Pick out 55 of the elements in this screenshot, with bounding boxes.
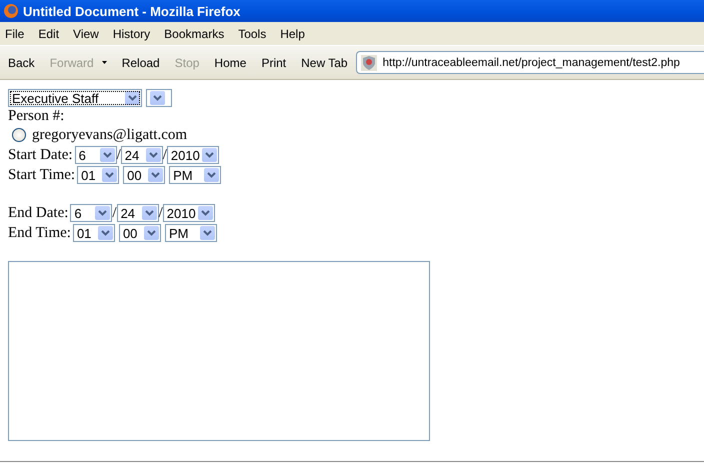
separator: / xyxy=(112,204,117,222)
caret-icon[interactable] xyxy=(98,226,113,240)
dropdown[interactable]: 6 xyxy=(74,146,117,164)
field-label: End Time: xyxy=(8,224,71,242)
toolbar-button[interactable]: Print xyxy=(256,52,292,72)
dropdown[interactable]: PM xyxy=(164,224,217,242)
caret-icon[interactable] xyxy=(100,148,115,162)
window-title: Untitled Document - Mozilla Firefox xyxy=(23,4,240,18)
menu-item[interactable]: Bookmarks xyxy=(162,24,226,42)
dropdown[interactable]: 2010 xyxy=(166,146,219,164)
menu-item[interactable]: History xyxy=(110,24,152,42)
field-label: Start Date: xyxy=(8,146,73,164)
dropdown-icon[interactable] xyxy=(102,61,107,64)
caret-icon[interactable] xyxy=(102,168,118,182)
radio-button[interactable] xyxy=(12,128,26,142)
dropdown[interactable]: PM xyxy=(169,166,222,184)
caret-icon[interactable] xyxy=(204,168,220,182)
dropdown[interactable] xyxy=(146,89,172,107)
menu-item[interactable]: File xyxy=(3,24,26,42)
caret-icon[interactable] xyxy=(148,168,164,182)
field-label: Start Time: xyxy=(8,166,76,184)
toolbar-button[interactable]: Home xyxy=(209,52,252,72)
caret-icon[interactable] xyxy=(142,206,157,220)
separator: / xyxy=(116,146,121,164)
dropdown[interactable]: 2010 xyxy=(162,204,215,222)
browser-logo-icon xyxy=(3,3,19,19)
site-icon xyxy=(360,54,377,70)
field-label: Person #: xyxy=(8,108,66,125)
toolbar-button[interactable]: New Tab xyxy=(296,52,353,72)
toolbar-button[interactable]: Back xyxy=(3,52,40,72)
caret-icon[interactable] xyxy=(200,226,215,240)
dropdown[interactable]: Executive Staff xyxy=(8,89,142,107)
separator: / xyxy=(162,146,167,164)
field-label: End Date: xyxy=(8,204,68,222)
dropdown[interactable]: 24 xyxy=(116,204,159,222)
address-bar[interactable]: http://untraceableemail.net/project_management/test2.php xyxy=(356,51,704,74)
caret-icon[interactable] xyxy=(125,91,140,105)
menu-item[interactable]: Help xyxy=(278,24,307,42)
caret-icon[interactable] xyxy=(202,148,217,162)
dropdown[interactable]: 01 xyxy=(77,166,120,184)
caret-icon[interactable] xyxy=(95,206,110,220)
caret-icon[interactable] xyxy=(144,226,159,240)
separator: / xyxy=(158,204,163,222)
menu-item[interactable]: View xyxy=(71,24,101,42)
dropdown[interactable]: 01 xyxy=(72,224,115,242)
toolbar-button[interactable]: Reload xyxy=(116,52,165,72)
menu-item[interactable]: Edit xyxy=(36,24,62,42)
radio-label: gregoryevans@ligatt.com xyxy=(32,126,188,144)
caret-icon[interactable] xyxy=(146,148,161,162)
dropdown[interactable]: 00 xyxy=(118,224,161,242)
dropdown[interactable]: 6 xyxy=(70,204,112,222)
menu-item[interactable]: Tools xyxy=(236,24,268,42)
dropdown[interactable]: 24 xyxy=(120,146,163,164)
dropdown[interactable]: 00 xyxy=(123,166,166,184)
caret-icon[interactable] xyxy=(198,206,213,220)
